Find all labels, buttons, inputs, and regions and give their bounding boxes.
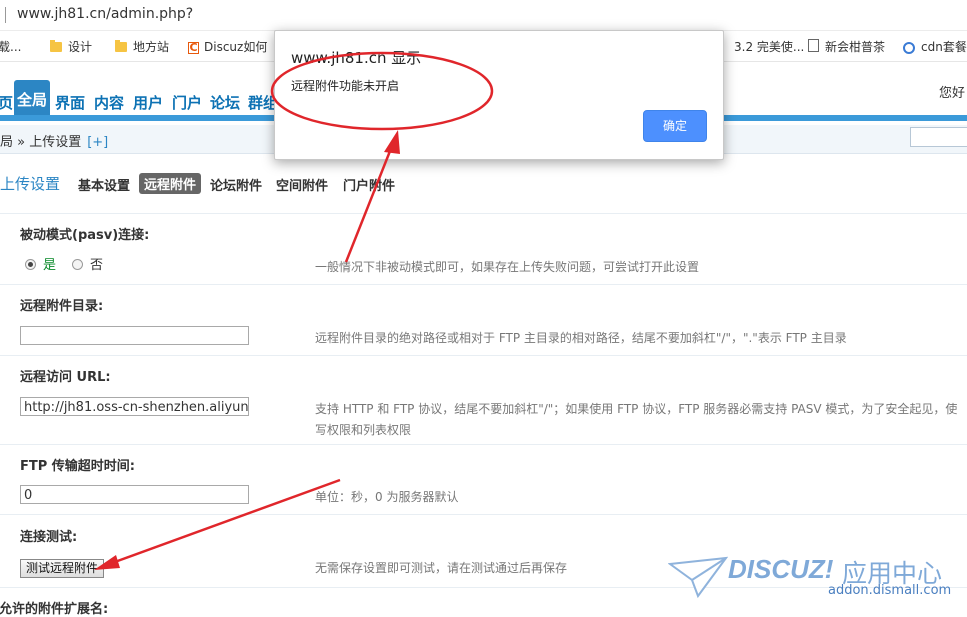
subtab-portal[interactable]: 门户附件 bbox=[343, 175, 395, 194]
ok-button[interactable]: 确定 bbox=[643, 110, 707, 142]
subtab-space[interactable]: 空间附件 bbox=[276, 175, 328, 194]
subtab-basic[interactable]: 基本设置 bbox=[78, 175, 130, 194]
radio-checked-icon bbox=[25, 259, 36, 270]
document-icon bbox=[808, 39, 819, 52]
alert-dialog: www.jh81.cn 显示 远程附件功能未开启 确定 bbox=[274, 30, 724, 160]
remote-url-tip-line2: 写权限和列表权限 bbox=[315, 423, 412, 437]
subtab-forum[interactable]: 论坛附件 bbox=[210, 175, 262, 194]
folder-icon bbox=[115, 40, 127, 52]
pasv-no-radio[interactable]: 否 bbox=[72, 254, 103, 273]
dialog-title: www.jh81.cn 显示 bbox=[291, 49, 422, 67]
discuz-icon: C bbox=[188, 41, 199, 54]
subtab-remote[interactable]: 远程附件 bbox=[139, 173, 202, 194]
page-title: 上传设置 bbox=[0, 175, 61, 193]
remote-url-input[interactable]: http://jh81.oss-cn-shenzhen.aliyuncs bbox=[20, 397, 249, 416]
pasv-yes-radio[interactable]: 是 bbox=[25, 254, 56, 273]
row-divider bbox=[0, 355, 967, 356]
row-divider bbox=[0, 213, 967, 214]
extensions-label: 允许的附件扩展名: bbox=[0, 602, 109, 617]
row-divider bbox=[0, 444, 967, 445]
annotation-arrow-shaft-up bbox=[344, 145, 394, 263]
search-input[interactable] bbox=[910, 127, 967, 147]
conn-test-tip: 无需保存设置即可测试，请在测试通过后再保存 bbox=[315, 561, 568, 575]
add-shortcut-link[interactable]: [+] bbox=[87, 135, 108, 150]
bookmark-item[interactable]: cdn套餐 bbox=[903, 38, 967, 55]
remote-url-tip-line1: 支持 HTTP 和 FTP 协议，结尾不要加斜杠"/"；如果使用 FTP 协议，… bbox=[315, 402, 958, 416]
nav-tab-portal[interactable]: 门户 bbox=[172, 92, 202, 113]
radio-unchecked-icon bbox=[72, 259, 83, 270]
nav-tab-global[interactable]: 全局 bbox=[14, 80, 51, 120]
nav-tab-content[interactable]: 内容 bbox=[94, 92, 124, 113]
bookmark-item[interactable]: 3.2 完美使... bbox=[734, 38, 804, 55]
remote-dir-tip: 远程附件目录的绝对路径或相对于 FTP 主目录的相对路径，结尾不要加斜杠"/"，… bbox=[315, 331, 847, 345]
nav-tab-home[interactable]: 页 bbox=[0, 92, 13, 113]
url-text[interactable]: www.jh81.cn/admin.php? bbox=[17, 6, 193, 22]
cdn-icon bbox=[903, 42, 915, 54]
bookmark-item[interactable]: 设计 bbox=[50, 38, 92, 55]
browser-address-bar[interactable]: www.jh81.cn/admin.php? bbox=[0, 0, 967, 31]
watermark-brand: DISCUZ! bbox=[728, 554, 834, 584]
dialog-message: 远程附件功能未开启 bbox=[291, 79, 400, 93]
bookmark-item[interactable]: 载... bbox=[0, 38, 21, 55]
remote-dir-label: 远程附件目录: bbox=[20, 299, 104, 314]
text-cursor bbox=[5, 7, 6, 23]
bookmark-item[interactable]: 新会柑普茶 bbox=[808, 38, 885, 55]
row-divider bbox=[0, 514, 967, 515]
bookmark-item[interactable]: 地方站 bbox=[115, 38, 169, 55]
ftp-timeout-input[interactable]: 0 bbox=[20, 485, 249, 504]
remote-dir-input[interactable] bbox=[20, 326, 249, 345]
nav-tab-interface[interactable]: 界面 bbox=[55, 92, 85, 113]
breadcrumb-text: 局 » 上传设置 [+] bbox=[0, 135, 109, 150]
remote-url-label: 远程访问 URL: bbox=[20, 370, 111, 385]
test-remote-attachment-button[interactable]: 测试远程附件 bbox=[20, 559, 105, 578]
nav-tab-users[interactable]: 用户 bbox=[133, 92, 163, 113]
paper-plane-icon bbox=[668, 556, 728, 599]
user-greeting: 您好 bbox=[938, 86, 965, 101]
conn-test-label: 连接测试: bbox=[20, 530, 78, 545]
row-divider bbox=[0, 284, 967, 285]
pasv-label: 被动模式(pasv)连接: bbox=[20, 228, 150, 243]
ftp-timeout-label: FTP 传输超时时间: bbox=[20, 459, 136, 474]
nav-tab-forum[interactable]: 论坛 bbox=[210, 92, 240, 113]
bookmark-item[interactable]: C Discuz如何 bbox=[188, 38, 267, 55]
watermark-url: addon.dismall.com bbox=[828, 583, 952, 598]
pasv-tip: 一般情况下非被动模式即可，如果存在上传失败问题，可尝试打开此设置 bbox=[315, 260, 700, 274]
discuz-addon-watermark: DISCUZ! 应用中心 addon.dismall.com bbox=[668, 554, 963, 614]
folder-icon bbox=[50, 40, 62, 52]
ftp-timeout-tip: 单位：秒，0 为服务器默认 bbox=[315, 490, 459, 504]
